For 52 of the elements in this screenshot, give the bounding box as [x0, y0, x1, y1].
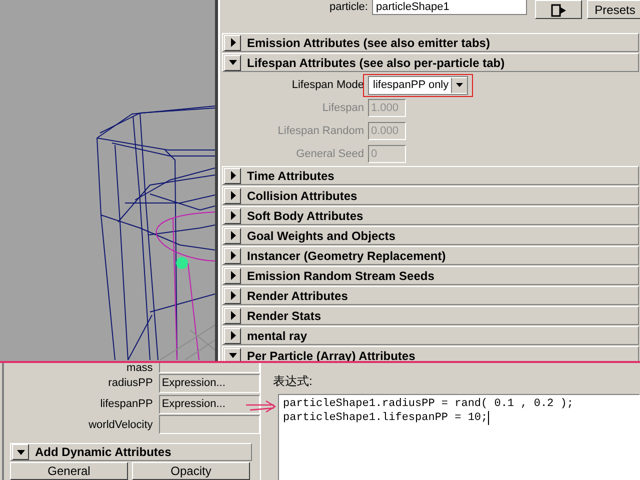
triangle-down-icon: [228, 58, 238, 67]
expand-toggle[interactable]: [224, 328, 241, 344]
collapse-toggle[interactable]: [12, 444, 29, 460]
section-header[interactable]: Goal Weights and Objects: [222, 226, 639, 245]
particle-name-field[interactable]: particleShape1: [372, 0, 527, 15]
section-header[interactable]: Instancer (Geometry Replacement): [222, 246, 639, 265]
section-header[interactable]: Soft Body Attributes: [222, 206, 639, 225]
expand-toggle[interactable]: [224, 268, 241, 284]
expand-toggle[interactable]: [224, 228, 241, 244]
expand-toggle[interactable]: [224, 308, 241, 324]
field-label: Lifespan Mode: [290, 79, 365, 91]
load-button[interactable]: [535, 0, 582, 19]
field-label: particle:: [328, 0, 369, 14]
dropdown[interactable]: lifespanPP only: [368, 76, 468, 94]
expand-toggle[interactable]: [224, 34, 241, 50]
attribute-label: radiusPP: [107, 377, 154, 390]
expand-toggle[interactable]: [224, 188, 241, 204]
section-header[interactable]: mental ray: [222, 326, 639, 345]
section-header[interactable]: Render Stats: [222, 306, 639, 325]
expand-toggle[interactable]: [224, 288, 241, 304]
attribute-label: worldVelocity: [88, 418, 154, 431]
section-header[interactable]: Lifespan Attributes (see also per-particle tab): [222, 53, 639, 72]
collapse-toggle[interactable]: [224, 54, 241, 70]
section-header[interactable]: Time Attributes: [222, 166, 639, 185]
annotation-arrow: [246, 400, 276, 413]
section-header[interactable]: Emission Random Stream Seeds: [222, 266, 639, 285]
field-label: Lifespan: [321, 102, 365, 114]
attribute-field[interactable]: Expression...: [158, 374, 260, 393]
field-label: Lifespan Random: [276, 125, 365, 137]
triangle-down-icon: [16, 448, 26, 457]
field-label: 表达式:: [273, 373, 314, 389]
triangle-down-icon: [228, 351, 238, 360]
code-line: particleShape1.radiusPP = rand( 0.1 , 0.2 );: [283, 397, 574, 411]
attribute-button[interactable]: General: [10, 462, 128, 480]
field-label: General Seed: [295, 148, 365, 160]
section-header[interactable]: Add Dynamic Attributes: [10, 443, 252, 462]
attribute-field[interactable]: [158, 415, 260, 434]
attribute-label: mass: [126, 363, 154, 373]
load-icon: [550, 4, 566, 16]
presets-button[interactable]: Presets: [587, 0, 640, 19]
attribute-label: lifespanPP: [99, 398, 154, 410]
attribute-button[interactable]: Opacity: [132, 462, 250, 480]
attribute-field[interactable]: Expression...: [158, 394, 260, 414]
expression-text-area[interactable]: particleShape1.radiusPP = rand( 0.1 , 0.2 ); particleShape1.lifespanPP = 10;: [278, 394, 640, 480]
section-header[interactable]: Emission Attributes (see also emitter tabs): [222, 33, 639, 52]
expand-toggle[interactable]: [224, 208, 241, 224]
expand-toggle[interactable]: [224, 248, 241, 264]
section-header[interactable]: Collision Attributes: [222, 186, 639, 205]
dropdown-arrow-icon: [455, 82, 464, 88]
section-header[interactable]: Render Attributes: [222, 286, 639, 305]
expand-toggle[interactable]: [224, 168, 241, 184]
code-line: particleShape1.lifespanPP = 10;: [283, 411, 489, 425]
